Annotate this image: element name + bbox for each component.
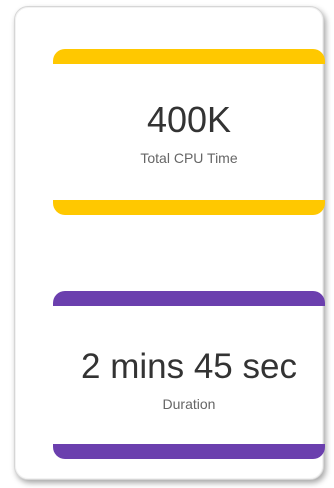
cpu-time-card[interactable]: 400K Total CPU Time <box>53 49 325 215</box>
cpu-time-label: Total CPU Time <box>140 150 238 166</box>
duration-label: Duration <box>162 396 216 412</box>
cpu-time-bottom-accent-bar <box>53 200 325 215</box>
duration-card[interactable]: 2 mins 45 sec Duration <box>53 291 325 459</box>
cpu-time-top-accent-bar <box>53 49 325 64</box>
duration-top-accent-bar <box>53 291 325 306</box>
dashboard-panel: 400K Total CPU Time 2 mins 45 sec Durati… <box>14 6 325 480</box>
duration-value: 2 mins 45 sec <box>81 347 297 386</box>
cpu-time-value: 400K <box>146 99 232 140</box>
duration-bottom-accent-bar <box>53 444 325 459</box>
